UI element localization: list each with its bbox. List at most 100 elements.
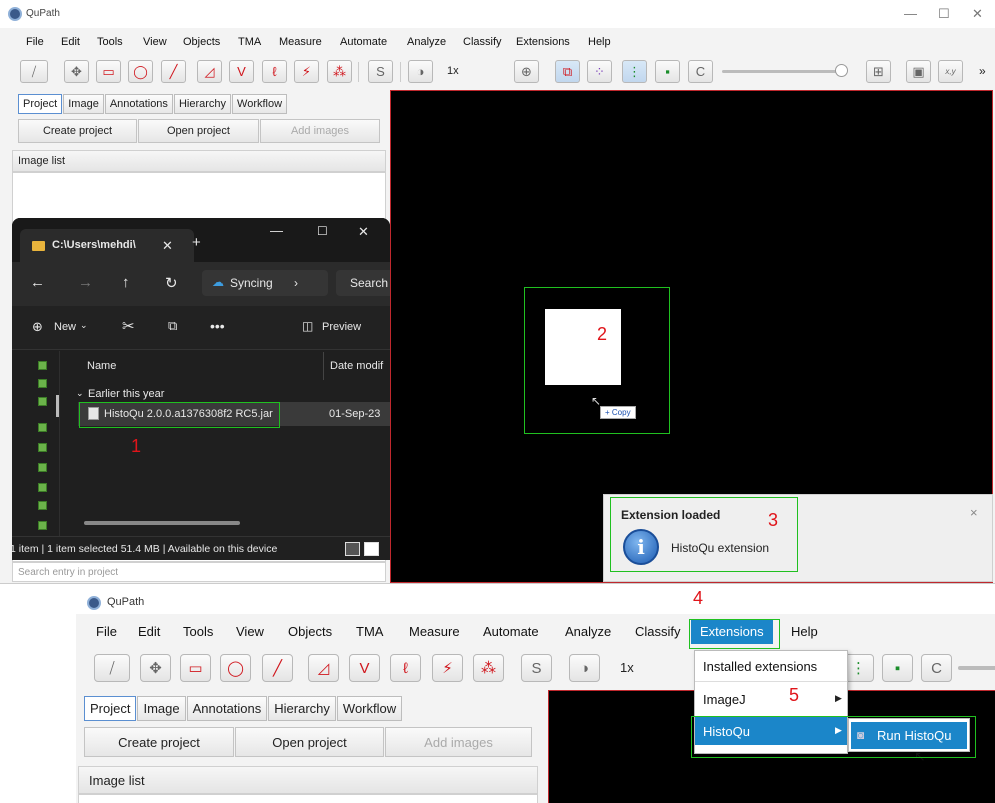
- menu-analyze[interactable]: Analyze: [407, 36, 446, 48]
- menu-tma[interactable]: TMA: [238, 36, 261, 48]
- nav-item-icon[interactable]: [38, 361, 47, 370]
- menu-objects[interactable]: Objects: [183, 36, 220, 48]
- image-list[interactable]: [78, 794, 538, 803]
- menu-measure[interactable]: Measure: [279, 36, 322, 48]
- overview-icon[interactable]: ▣: [906, 60, 931, 83]
- up-icon[interactable]: ↑: [122, 274, 130, 291]
- tab-annotations[interactable]: Annotations: [104, 94, 173, 114]
- refresh-icon[interactable]: ↻: [165, 274, 178, 292]
- create-project-button[interactable]: Create project: [18, 119, 137, 143]
- menu-tools[interactable]: Tools: [183, 624, 213, 639]
- add-images-button[interactable]: Add images: [385, 727, 532, 757]
- new-icon[interactable]: ⊕: [32, 319, 43, 335]
- tab-workflow[interactable]: Workflow: [336, 696, 403, 721]
- close-icon[interactable]: ✕: [358, 224, 369, 240]
- menu-view[interactable]: View: [236, 624, 264, 639]
- tab-annotations[interactable]: Annotations: [186, 696, 268, 721]
- back-icon[interactable]: ←: [30, 274, 45, 291]
- nav-scrollbar[interactable]: [56, 395, 59, 417]
- show-classifier-icon[interactable]: C: [688, 60, 713, 83]
- menu-tools[interactable]: Tools: [97, 36, 123, 48]
- new-button[interactable]: New: [54, 321, 76, 333]
- toggle-panel-icon[interactable]: ⧸: [20, 60, 48, 83]
- tab-project[interactable]: Project: [18, 94, 63, 114]
- nav-item-icon[interactable]: [38, 379, 47, 388]
- menu-extensions[interactable]: Extensions: [516, 36, 570, 48]
- menu-edit[interactable]: Edit: [138, 624, 160, 639]
- polygon-tool-icon[interactable]: ◿: [197, 60, 222, 83]
- column-date[interactable]: Date modif: [330, 360, 383, 372]
- close-icon[interactable]: ×: [970, 505, 978, 520]
- polyline-tool-icon[interactable]: V: [229, 60, 254, 83]
- search-box[interactable]: Search: [336, 270, 390, 296]
- preview-button[interactable]: Preview: [322, 321, 361, 333]
- fill-detections-icon[interactable]: ▪: [882, 654, 913, 682]
- maximize-icon[interactable]: ☐: [938, 6, 950, 22]
- minimize-icon[interactable]: —: [270, 223, 283, 238]
- more-icon[interactable]: •••: [210, 318, 225, 334]
- brightness-contrast-icon[interactable]: ◑: [408, 60, 433, 83]
- location-toggle[interactable]: x,y: [938, 60, 963, 83]
- nav-item-icon[interactable]: [38, 463, 47, 472]
- nav-item-icon[interactable]: [38, 501, 47, 510]
- wand-tool-icon[interactable]: ⚡: [432, 654, 463, 682]
- open-project-button[interactable]: Open project: [138, 119, 259, 143]
- selection-mode-icon[interactable]: S: [368, 60, 393, 83]
- explorer-tab[interactable]: C:\Users\mehdi\ ✕: [20, 229, 194, 262]
- close-icon[interactable]: ✕: [972, 6, 983, 22]
- menu-view[interactable]: View: [143, 36, 167, 48]
- polygon-tool-icon[interactable]: ◿: [308, 654, 339, 682]
- maximize-icon[interactable]: ☐: [317, 224, 328, 238]
- zoom-fit-icon[interactable]: ⊕: [514, 60, 539, 83]
- menu-tma[interactable]: TMA: [356, 624, 383, 639]
- toggle-panel-icon[interactable]: ⧸: [94, 654, 130, 682]
- fill-detections-icon[interactable]: ▪: [655, 60, 680, 83]
- nav-item-icon[interactable]: [38, 443, 47, 452]
- menu-item-installed-extensions[interactable]: Installed extensions: [695, 653, 847, 679]
- points-tool-icon[interactable]: ⁂: [327, 60, 352, 83]
- grid-icon[interactable]: ⊞: [866, 60, 891, 83]
- brightness-contrast-icon[interactable]: ◑: [569, 654, 600, 682]
- tab-workflow[interactable]: Workflow: [232, 94, 288, 114]
- ellipse-tool-icon[interactable]: ◯: [220, 654, 251, 682]
- rectangle-tool-icon[interactable]: ▭: [180, 654, 211, 682]
- column-name[interactable]: Name: [87, 360, 116, 372]
- rectangle-tool-icon[interactable]: ▭: [96, 60, 121, 83]
- menu-classify[interactable]: Classify: [635, 624, 681, 639]
- menu-file[interactable]: File: [96, 624, 117, 639]
- selection-mode-icon[interactable]: S: [521, 654, 552, 682]
- opacity-slider-track[interactable]: [958, 666, 995, 670]
- line-tool-icon[interactable]: ╱: [161, 60, 186, 83]
- menu-file[interactable]: File: [26, 36, 44, 48]
- nav-item-icon[interactable]: [38, 483, 47, 492]
- group-chevron-icon[interactable]: ⌄: [76, 388, 84, 399]
- open-project-button[interactable]: Open project: [235, 727, 384, 757]
- menu-automate[interactable]: Automate: [340, 36, 387, 48]
- cut-icon[interactable]: ✂: [122, 317, 135, 335]
- brush-tool-icon[interactable]: ℓ: [390, 654, 421, 682]
- tiles-view-icon[interactable]: [364, 542, 379, 556]
- chevron-down-icon[interactable]: ⌄: [80, 320, 88, 331]
- menu-analyze[interactable]: Analyze: [565, 624, 611, 639]
- move-tool-icon[interactable]: ✥: [140, 654, 171, 682]
- horizontal-scrollbar[interactable]: [84, 521, 240, 525]
- opacity-slider-thumb[interactable]: [835, 64, 848, 77]
- copy-icon[interactable]: ⧉: [168, 318, 177, 334]
- line-tool-icon[interactable]: ╱: [262, 654, 293, 682]
- menu-objects[interactable]: Objects: [288, 624, 332, 639]
- opacity-slider-track[interactable]: [722, 70, 842, 73]
- show-annotations-icon[interactable]: ⧉: [555, 60, 580, 83]
- project-search-input[interactable]: Search entry in project: [12, 562, 386, 582]
- menu-help[interactable]: Help: [588, 36, 611, 48]
- breadcrumb[interactable]: ☁ Syncing ›: [202, 270, 328, 296]
- tab-hierarchy[interactable]: Hierarchy: [268, 696, 336, 721]
- brush-tool-icon[interactable]: ℓ: [262, 60, 287, 83]
- menu-edit[interactable]: Edit: [61, 36, 80, 48]
- forward-icon[interactable]: →: [78, 274, 93, 291]
- tab-image[interactable]: Image: [63, 94, 104, 114]
- menu-help[interactable]: Help: [791, 624, 818, 639]
- tab-project[interactable]: Project: [84, 696, 137, 721]
- ellipse-tool-icon[interactable]: ◯: [128, 60, 153, 83]
- details-view-icon[interactable]: [345, 542, 360, 556]
- nav-item-icon[interactable]: [38, 423, 47, 432]
